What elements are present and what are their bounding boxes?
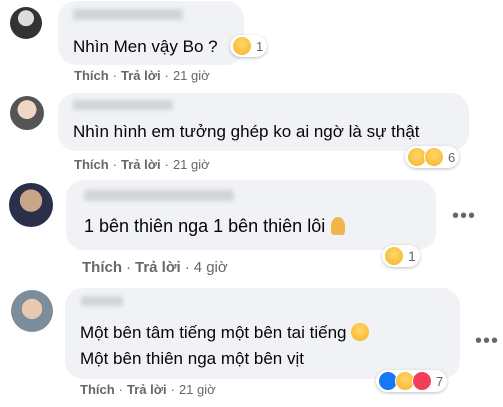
comment-text: Nhìn hình em tưởng ghép ko ai ngờ là sự … xyxy=(73,122,420,141)
like-link[interactable]: Thích xyxy=(80,382,115,397)
timestamp[interactable]: 21 giờ xyxy=(173,157,210,172)
comment-actions: Thích · Trả lời · 21 giờ xyxy=(74,68,210,83)
reply-link[interactable]: Trả lời xyxy=(121,157,161,172)
sad-icon xyxy=(384,246,404,266)
reply-link[interactable]: Trả lời xyxy=(127,382,167,397)
pray-emoji-icon xyxy=(331,217,346,235)
more-options-icon[interactable]: ••• xyxy=(452,205,476,228)
commenter-avatar[interactable] xyxy=(11,290,53,332)
reply-link[interactable]: Trả lời xyxy=(135,259,181,276)
reaction-count: 1 xyxy=(408,248,416,264)
more-options-icon[interactable]: ••• xyxy=(475,330,499,353)
comment-actions: Thích · Trả lời · 21 giờ xyxy=(74,157,210,172)
like-link[interactable]: Thích xyxy=(74,157,109,172)
commenter-avatar[interactable] xyxy=(10,7,42,39)
reaction-summary[interactable]: 1 xyxy=(382,245,420,267)
comment-text: 1 bên thiên nga 1 bên thiên lôi xyxy=(84,215,346,237)
comment-text: Nhìn Men vậy Bo ? xyxy=(73,37,218,56)
commenter-avatar[interactable] xyxy=(9,183,53,227)
comment-text: Một bên tâm tiếng một bên tai tiếng Một … xyxy=(80,320,369,372)
reaction-summary[interactable]: 6 xyxy=(405,146,460,168)
sad-icon xyxy=(232,36,252,56)
like-link[interactable]: Thích xyxy=(74,68,109,83)
reaction-summary[interactable]: 1 xyxy=(230,35,268,57)
like-link[interactable]: Thích xyxy=(82,259,122,276)
commenter-name[interactable] xyxy=(73,9,183,20)
timestamp[interactable]: 21 giờ xyxy=(173,68,210,83)
comment-actions: Thích · Trả lời · 4 giờ xyxy=(82,259,228,276)
commenter-name[interactable] xyxy=(73,100,173,110)
reaction-summary[interactable]: 7 xyxy=(376,370,448,392)
comment-actions: Thích · Trả lời · 21 giờ xyxy=(80,382,216,397)
timestamp[interactable]: 4 giờ xyxy=(194,259,228,276)
commenter-name[interactable] xyxy=(81,296,123,306)
commenter-name[interactable] xyxy=(84,190,234,201)
reaction-count: 1 xyxy=(256,38,264,54)
reaction-count: 7 xyxy=(436,373,444,389)
commenter-avatar[interactable] xyxy=(10,96,44,130)
smirk-emoji-icon xyxy=(350,323,369,341)
reaction-count: 6 xyxy=(448,149,456,165)
sad-icon xyxy=(424,147,444,167)
love-icon xyxy=(412,371,432,391)
timestamp[interactable]: 21 giờ xyxy=(179,382,216,397)
reply-link[interactable]: Trả lời xyxy=(121,68,161,83)
